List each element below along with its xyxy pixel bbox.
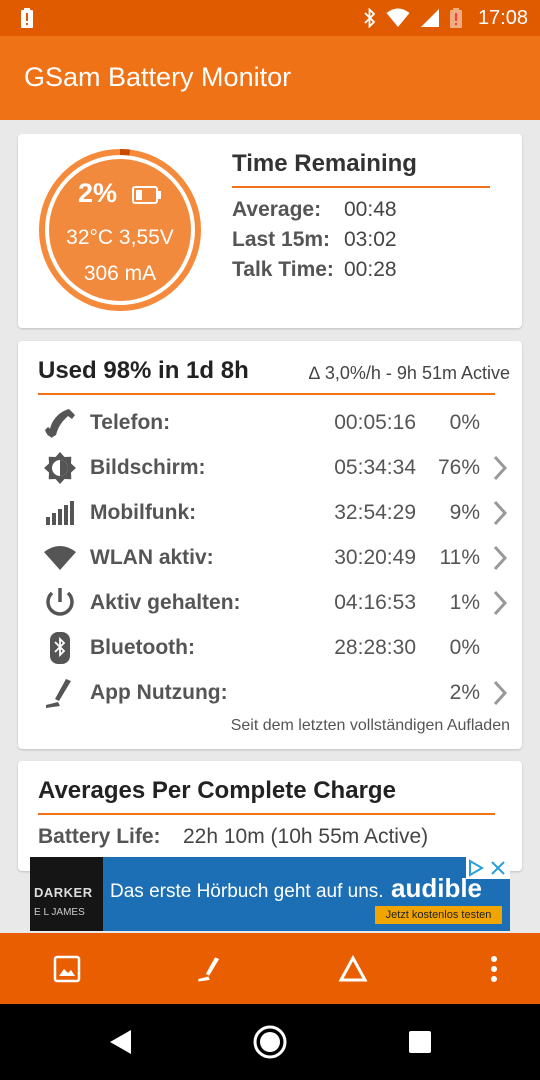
usage-row-percent: 0% [449, 411, 480, 434]
cell-signal-icon [46, 501, 74, 525]
usage-row-app-nutzung[interactable]: App Nutzung: 2% [18, 671, 522, 716]
chevron-right-icon[interactable] [492, 545, 508, 571]
brightness-icon [44, 452, 76, 484]
more-options-button[interactable] [462, 933, 526, 1004]
usage-row-label: Bildschirm: [90, 456, 206, 479]
app-title: GSam Battery Monitor [24, 62, 292, 92]
battery-gauge[interactable]: 2% 32°C 3,55V 306 mA [38, 148, 202, 312]
ad-book-title: DARKER [34, 885, 93, 900]
clock: 17:08 [477, 6, 528, 29]
usage-row-percent: 9% [449, 501, 480, 524]
app-usage-icon [46, 679, 71, 708]
image-icon [53, 955, 81, 982]
battery-life-label: Battery Life: [38, 825, 161, 848]
battery-summary-card[interactable]: 2% 32°C 3,55V 306 mA Time Remaining Aver… [18, 134, 522, 328]
bluetooth-icon [50, 632, 70, 664]
navigation-bar [0, 1004, 540, 1080]
time-remaining-value: 00:28 [344, 258, 397, 281]
battery-life-value: 22h 10m (10h 55m Active) [183, 825, 429, 848]
ad-choices-icon[interactable] [466, 857, 510, 879]
battery-current: 306 mA [83, 262, 157, 285]
battery-alert-icon [21, 8, 33, 28]
usage-row-percent: 2% [449, 681, 480, 704]
usage-row-percent: 0% [449, 636, 480, 659]
delta-icon [338, 954, 368, 981]
divider [38, 393, 495, 395]
power-icon [46, 588, 74, 616]
usage-row-percent: 76% [437, 456, 480, 479]
usage-row-aktiv-gehalten[interactable]: Aktiv gehalten: 04:16:53 1% [18, 581, 522, 626]
time-remaining-value: 03:02 [344, 228, 397, 251]
usage-footer-note: Seit dem letzten vollständigen Aufladen [230, 717, 510, 734]
time-remaining-talk-time: Talk Time: 00:28 [232, 258, 397, 282]
phone-icon [45, 409, 75, 438]
usage-row-percent: 1% [449, 591, 480, 614]
recents-icon [409, 1031, 431, 1053]
battery-low-icon [449, 8, 462, 28]
usage-row-mobilfunk[interactable]: Mobilfunk: 32:54:29 9% [18, 491, 522, 536]
app-bar: GSam Battery Monitor [0, 36, 540, 120]
usage-row-label: Aktiv gehalten: [90, 591, 241, 614]
time-remaining-last15m: Last 15m: 03:02 [232, 228, 397, 252]
usage-row-time: 00:05:16 [334, 411, 416, 434]
usage-row-label: App Nutzung: [90, 681, 228, 704]
back-button[interactable] [100, 1022, 140, 1062]
battery-percent: 2% [78, 178, 118, 208]
chevron-right-icon[interactable] [492, 455, 508, 481]
usage-row-telefon[interactable]: Telefon: 00:05:16 0% [18, 401, 522, 446]
ad-banner[interactable]: DARKER E L JAMES Das erste Hörbuch geht … [30, 857, 510, 931]
status-bar: 17:08 [0, 0, 540, 36]
usage-row-time: 32:54:29 [334, 501, 416, 524]
usage-row-percent: 11% [439, 546, 480, 569]
averages-card: Averages Per Complete Charge Battery Lif… [18, 761, 522, 871]
battery-icon [132, 186, 161, 204]
ad-book-cover: DARKER E L JAMES [30, 857, 103, 931]
more-vert-icon [491, 955, 497, 982]
chevron-right-icon[interactable] [492, 500, 508, 526]
app-usage-icon [198, 956, 220, 981]
ad-cta-button[interactable]: Jetzt kostenlos testen [375, 906, 502, 924]
usage-row-label: Telefon: [90, 411, 171, 434]
usage-row-time: 30:20:49 [334, 546, 416, 569]
app-usage-button[interactable] [178, 933, 242, 1004]
usage-row-label: Bluetooth: [90, 636, 195, 659]
back-icon [110, 1030, 131, 1054]
ad-book-author: E L JAMES [34, 907, 85, 918]
battery-life-row: Battery Life: 22h 10m (10h 55m Active) [38, 825, 428, 849]
signal-icon [420, 9, 439, 27]
usage-row-bluetooth[interactable]: Bluetooth: 28:28:30 0% [18, 626, 522, 671]
usage-row-time: 28:28:30 [334, 636, 416, 659]
home-button[interactable] [250, 1022, 290, 1062]
wifi-icon [386, 8, 410, 27]
usage-row-time: 05:34:34 [334, 456, 416, 479]
usage-rate: ∆ 3,0%/h - 9h 51m Active [308, 363, 510, 383]
chevron-right-icon[interactable] [492, 680, 508, 706]
time-remaining-value: 00:48 [344, 198, 397, 221]
time-remaining-average: Average: 00:48 [232, 198, 397, 222]
ad-message: Das erste Hörbuch geht auf uns. [110, 881, 384, 902]
usage-row-time: 04:16:53 [334, 591, 416, 614]
usage-row-bildschirm[interactable]: Bildschirm: 05:34:34 76% [18, 446, 522, 491]
time-remaining-label: Last 15m: [232, 228, 331, 251]
delta-button[interactable] [321, 933, 385, 1004]
usage-row-label: WLAN aktiv: [90, 546, 214, 569]
bluetooth-icon [364, 8, 376, 28]
usage-row-label: Mobilfunk: [90, 501, 197, 524]
time-remaining-label: Talk Time: [232, 258, 334, 281]
home-icon [253, 1025, 287, 1059]
chevron-right-icon[interactable] [492, 590, 508, 616]
divider [38, 813, 495, 815]
usage-title: Used 98% in 1d 8h [38, 357, 249, 384]
time-remaining-title: Time Remaining [232, 150, 417, 177]
usage-row-wlan[interactable]: WLAN aktiv: 30:20:49 11% [18, 536, 522, 581]
wifi-icon [44, 546, 76, 570]
image-button[interactable] [35, 933, 99, 1004]
bottom-toolbar [0, 933, 540, 1004]
usage-card: Used 98% in 1d 8h ∆ 3,0%/h - 9h 51m Acti… [18, 341, 522, 749]
divider [232, 186, 490, 188]
recents-button[interactable] [400, 1022, 440, 1062]
temperature-voltage: 32°C 3,55V [66, 226, 174, 249]
time-remaining-label: Average: [232, 198, 322, 221]
averages-title: Averages Per Complete Charge [38, 777, 396, 804]
